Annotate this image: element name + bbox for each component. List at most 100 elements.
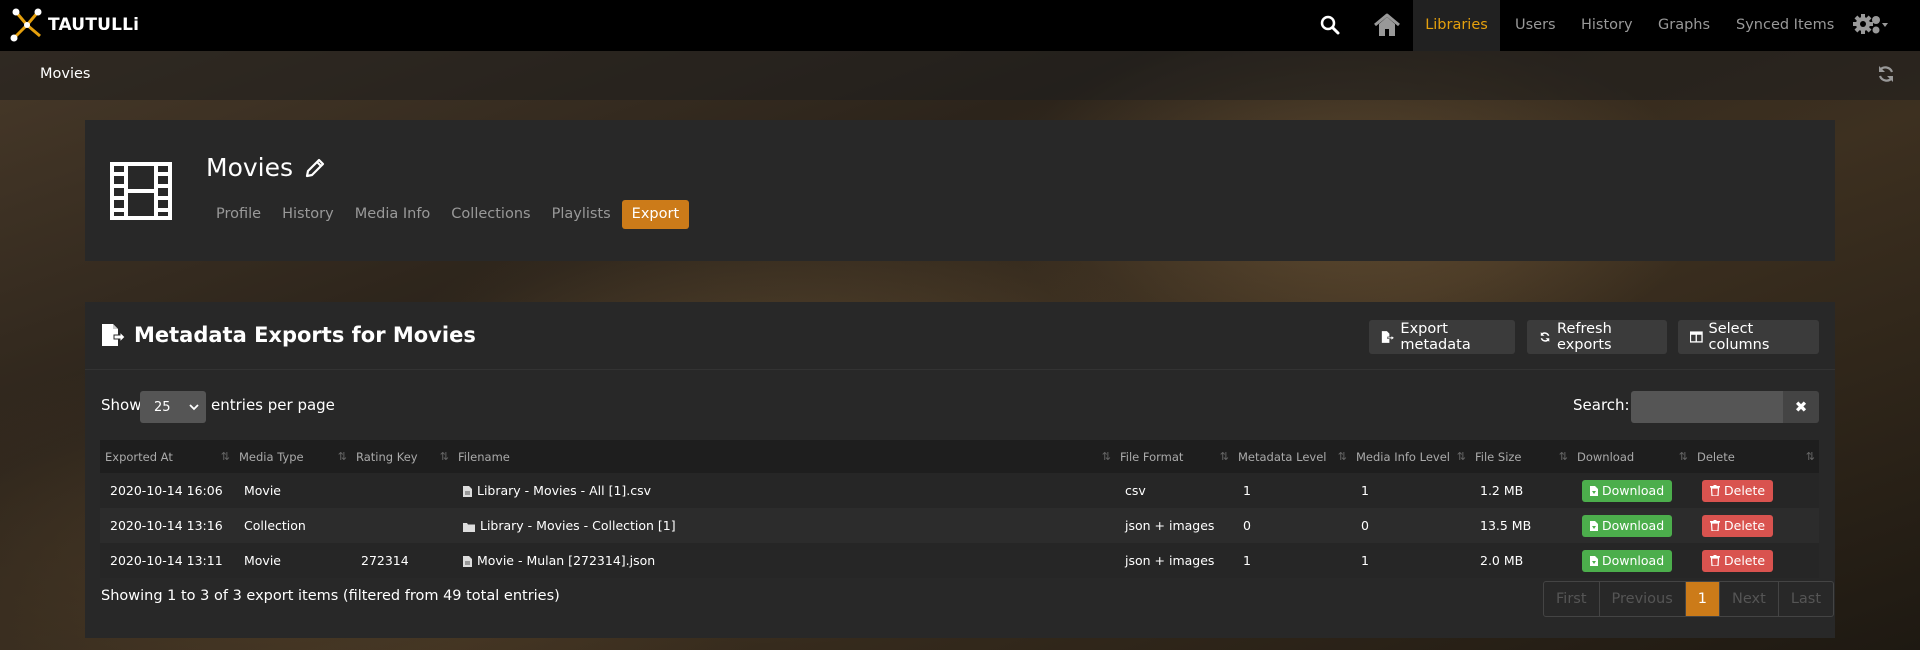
page-last-button[interactable]: Last xyxy=(1779,582,1833,616)
delete-button[interactable]: Delete xyxy=(1702,514,1774,537)
search-icon[interactable] xyxy=(1318,13,1342,37)
refresh-exports-label: Refresh exports xyxy=(1557,321,1612,353)
cell-metadata-level: 0 xyxy=(1233,508,1351,543)
sort-icon: ⇅ xyxy=(1337,450,1347,463)
col-media-info-level[interactable]: Media Info Level ⇅ xyxy=(1351,440,1470,473)
settings-gear-icon[interactable] xyxy=(1850,12,1890,38)
cell-download: Download xyxy=(1572,473,1692,508)
entries-per-page-value: 25 xyxy=(154,399,171,415)
download-button[interactable]: Download xyxy=(1582,549,1673,572)
download-button[interactable]: Download xyxy=(1582,479,1673,502)
cell-download: Download xyxy=(1572,543,1692,578)
sort-icon: ⇅ xyxy=(1456,450,1466,463)
cell-media-type: Movie xyxy=(234,543,351,578)
nav-synced-items[interactable]: Synced Items xyxy=(1736,0,1834,51)
page-1-button[interactable]: 1 xyxy=(1685,582,1721,616)
page-first-button[interactable]: First xyxy=(1544,582,1600,616)
tab-playlists[interactable]: Playlists xyxy=(542,200,621,229)
cell-file-size: 13.5 MB xyxy=(1470,508,1572,543)
heading-divider xyxy=(85,369,1835,370)
tab-export[interactable]: Export xyxy=(621,200,690,229)
nav-history[interactable]: History xyxy=(1581,0,1633,51)
exports-table: Exported At ⇅ Media Type ⇅ Rating Key ⇅ Fil… xyxy=(100,440,1819,578)
col-file-format[interactable]: File Format ⇅ xyxy=(1115,440,1233,473)
tab-collections[interactable]: Collections xyxy=(441,200,540,229)
download-button[interactable]: Download xyxy=(1582,514,1673,537)
table-info: Showing 1 to 3 of 3 export items (filter… xyxy=(101,588,560,604)
page-next-button[interactable]: Next xyxy=(1720,582,1779,616)
library-header-panel xyxy=(85,120,1835,261)
edit-pencil-icon[interactable] xyxy=(303,156,327,180)
brand-logo[interactable]: TAUTULLi xyxy=(8,6,139,44)
film-icon xyxy=(110,162,172,220)
library-tabs: Profile History Media Info Collections P… xyxy=(206,200,690,230)
cell-media-type: Movie xyxy=(234,473,351,508)
cell-rating-key: 272314 xyxy=(351,543,453,578)
trash-icon xyxy=(1710,485,1720,496)
cell-rating-key xyxy=(351,508,453,543)
exports-heading: Metadata Exports for Movies xyxy=(100,323,476,347)
col-download[interactable]: Download ⇅ xyxy=(1572,440,1692,473)
nav-libraries[interactable]: Libraries xyxy=(1413,0,1500,51)
cell-media-info-level: 1 xyxy=(1351,543,1470,578)
cell-delete: Delete xyxy=(1692,543,1819,578)
brand-name: TAUTULLi xyxy=(48,15,140,35)
cell-file-format: json + images xyxy=(1115,543,1233,578)
col-delete[interactable]: Delete ⇅ xyxy=(1692,440,1819,473)
col-rating-key[interactable]: Rating Key ⇅ xyxy=(351,440,453,473)
sort-icon: ⇅ xyxy=(439,450,449,463)
cell-media-info-level: 0 xyxy=(1351,508,1470,543)
col-media-type[interactable]: Media Type ⇅ xyxy=(234,440,351,473)
refresh-exports-button[interactable]: Refresh exports xyxy=(1527,320,1667,354)
col-exported-at[interactable]: Exported At ⇅ xyxy=(100,440,234,473)
table-row: 2020-10-14 13:16 Collection Library - Mo… xyxy=(100,508,1819,543)
cell-filename: Library - Movies - Collection [1] xyxy=(453,508,1115,543)
file-export-icon xyxy=(1381,331,1395,343)
tab-media-info[interactable]: Media Info xyxy=(345,200,441,229)
sort-icon: ⇅ xyxy=(220,450,230,463)
home-icon[interactable] xyxy=(1372,12,1402,38)
cell-file-format: csv xyxy=(1115,473,1233,508)
select-columns-button[interactable]: Select columns xyxy=(1678,320,1819,354)
sort-icon: ⇅ xyxy=(337,450,347,463)
breadcrumb-bar: Movies xyxy=(0,51,1920,100)
filename-text: Movie - Mulan [272314].json xyxy=(477,553,656,568)
sort-icon: ⇅ xyxy=(1219,450,1229,463)
search-input[interactable] xyxy=(1631,391,1783,423)
library-title-text: Movies xyxy=(206,153,294,182)
delete-button[interactable]: Delete xyxy=(1702,549,1774,572)
clear-search-button[interactable]: ✖ xyxy=(1783,391,1819,423)
cell-file-size: 1.2 MB xyxy=(1470,473,1572,508)
nav-graphs[interactable]: Graphs xyxy=(1658,0,1710,51)
tab-history[interactable]: History xyxy=(272,200,344,229)
cell-media-type: Collection xyxy=(234,508,351,543)
file-download-icon xyxy=(1590,555,1598,566)
cell-metadata-level: 1 xyxy=(1233,543,1351,578)
export-metadata-label: Export metadata xyxy=(1400,321,1471,353)
page-previous-button[interactable]: Previous xyxy=(1600,582,1686,616)
delete-button[interactable]: Delete xyxy=(1702,479,1774,502)
search-label: Search: xyxy=(1573,396,1630,414)
entries-per-page-select[interactable]: 25 xyxy=(140,391,206,423)
sort-icon: ⇅ xyxy=(1678,450,1688,463)
tab-profile[interactable]: Profile xyxy=(206,200,271,229)
cell-rating-key xyxy=(351,473,453,508)
col-filename[interactable]: Filename ⇅ xyxy=(453,440,1115,473)
filename-text: Library - Movies - All [1].csv xyxy=(477,483,652,498)
table-header-row: Exported At ⇅ Media Type ⇅ Rating Key ⇅ Fil… xyxy=(100,440,1819,473)
cell-file-format: json + images xyxy=(1115,508,1233,543)
cell-exported-at: 2020-10-14 16:06 xyxy=(100,473,234,508)
export-metadata-button[interactable]: Export metadata xyxy=(1369,320,1515,354)
col-metadata-level[interactable]: Metadata Level ⇅ xyxy=(1233,440,1351,473)
tautulli-logo-icon xyxy=(10,8,42,42)
nav-users[interactable]: Users xyxy=(1515,0,1556,51)
refresh-icon[interactable] xyxy=(1876,64,1896,84)
file-download-icon xyxy=(1590,485,1598,496)
top-navbar: TAUTULLi Libraries Users History Graphs … xyxy=(0,0,1920,51)
sort-icon: ⇅ xyxy=(1805,450,1815,463)
col-file-size[interactable]: File Size ⇅ xyxy=(1470,440,1572,473)
pagination: First Previous 1 Next Last xyxy=(1543,581,1835,617)
cell-media-info-level: 1 xyxy=(1351,473,1470,508)
file-export-icon xyxy=(102,324,126,346)
cell-file-size: 2.0 MB xyxy=(1470,543,1572,578)
